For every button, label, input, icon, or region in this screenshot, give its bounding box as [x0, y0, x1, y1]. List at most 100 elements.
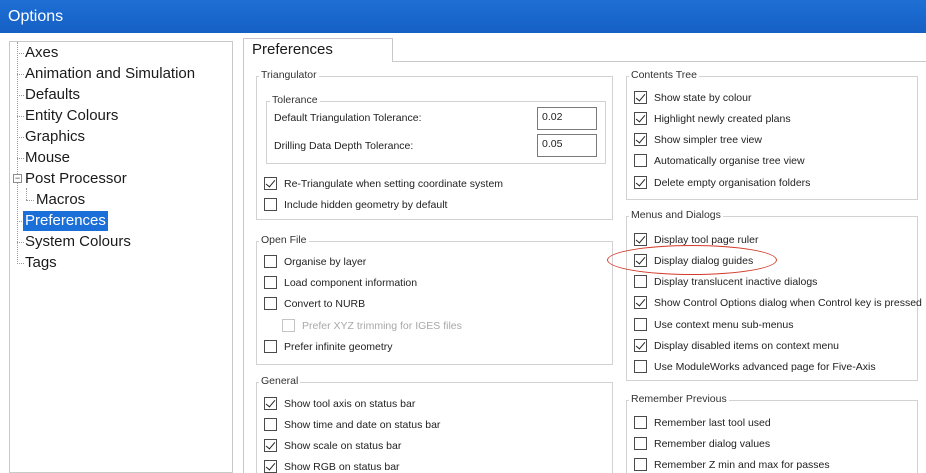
triangulator-group-title: Triangulator	[259, 69, 319, 81]
prefer-infinite-geometry-checkbox[interactable]: Prefer infinite geometry	[264, 339, 393, 355]
tree-guide-line	[26, 200, 34, 201]
annotation-ellipse	[607, 245, 777, 275]
checkbox-label: Highlight newly created plans	[654, 113, 791, 125]
open-file-group-title: Open File	[259, 234, 309, 246]
checkbox-label: Organise by layer	[284, 256, 367, 268]
tree-item-post-processor[interactable]: Post Processor	[23, 169, 129, 189]
tree-guide-line	[17, 42, 18, 264]
checkbox-box	[634, 296, 647, 309]
checkbox-label: Delete empty organisation folders	[654, 177, 811, 189]
checkbox-box	[634, 275, 647, 288]
remember-dialog-values-checkbox[interactable]: Remember dialog values	[634, 436, 770, 452]
checkbox-box	[634, 91, 647, 104]
drilling-data-depth-tolerance-label: Drilling Data Depth Tolerance:	[274, 140, 414, 152]
checkbox-box	[634, 176, 647, 189]
display-disabled-items-checkbox[interactable]: Display disabled items on context menu	[634, 338, 839, 354]
show-rgb-checkbox[interactable]: Show RGB on status bar	[264, 459, 400, 473]
show-scale-checkbox[interactable]: Show scale on status bar	[264, 438, 401, 454]
checkbox-box	[264, 418, 277, 431]
checkbox-box	[634, 339, 647, 352]
tree-item-tags[interactable]: Tags	[23, 253, 59, 273]
highlight-new-plans-checkbox[interactable]: Highlight newly created plans	[634, 111, 791, 127]
checkbox-label: Show time and date on status bar	[284, 419, 441, 431]
contents-tree-group-title: Contents Tree	[629, 69, 699, 81]
checkbox-box	[634, 458, 647, 471]
tree-item-entity-colours[interactable]: Entity Colours	[23, 106, 120, 126]
default-triangulation-tolerance-input[interactable]: 0.02	[537, 107, 597, 130]
tree-item-system-colours[interactable]: System Colours	[23, 232, 133, 252]
tree-item-axes[interactable]: Axes	[23, 43, 60, 63]
tree-item-mouse[interactable]: Mouse	[23, 148, 72, 168]
menus-and-dialogs-group-title: Menus and Dialogs	[629, 209, 723, 221]
checkbox-label: Prefer XYZ trimming for IGES files	[302, 320, 462, 332]
auto-organise-tree-view-checkbox[interactable]: Automatically organise tree view	[634, 153, 805, 169]
checkbox-box	[634, 112, 647, 125]
check-mark-icon	[265, 177, 276, 188]
checkbox-label: Display disabled items on context menu	[654, 340, 840, 352]
check-mark-icon	[635, 339, 646, 350]
check-mark-icon	[635, 233, 646, 244]
organise-by-layer-checkbox[interactable]: Organise by layer	[264, 254, 366, 270]
tolerance-group-title: Tolerance	[270, 94, 320, 106]
check-mark-icon	[265, 397, 276, 408]
tree-item-defaults[interactable]: Defaults	[23, 85, 82, 105]
delete-empty-folders-checkbox[interactable]: Delete empty organisation folders	[634, 175, 810, 191]
drilling-data-depth-tolerance-input[interactable]: 0.05	[537, 134, 597, 157]
checkbox-label: Remember dialog values	[654, 438, 771, 450]
options-tree[interactable]: Axes Animation and Simulation Defaults E…	[9, 41, 233, 473]
checkbox-box	[264, 177, 277, 190]
checkbox-label: Prefer infinite geometry	[284, 341, 393, 353]
checkbox-box	[264, 460, 277, 473]
use-context-sub-menus-checkbox[interactable]: Use context menu sub-menus	[634, 317, 793, 333]
check-mark-icon	[635, 176, 646, 187]
checkbox-box	[264, 297, 277, 310]
remember-previous-group-title: Remember Previous	[629, 393, 729, 405]
show-state-by-colour-checkbox[interactable]: Show state by colour	[634, 90, 751, 106]
show-simpler-tree-view-checkbox[interactable]: Show simpler tree view	[634, 132, 762, 148]
checkbox-box	[282, 319, 295, 332]
checkbox-label: Automatically organise tree view	[654, 155, 805, 167]
use-moduleworks-checkbox[interactable]: Use ModuleWorks advanced page for Five-A…	[634, 359, 876, 375]
remember-z-min-max-checkbox[interactable]: Remember Z min and max for passes	[634, 457, 830, 473]
check-mark-icon	[635, 112, 646, 123]
checkbox-label: Show tool axis on status bar	[284, 398, 416, 410]
check-mark-icon	[265, 460, 276, 471]
include-hidden-geometry-checkbox[interactable]: Include hidden geometry by default	[264, 197, 447, 213]
prefer-xyz-trimming-checkbox: Prefer XYZ trimming for IGES files	[282, 318, 462, 334]
convert-to-nurb-checkbox[interactable]: Convert to NURB	[264, 296, 365, 312]
tree-item-preferences[interactable]: Preferences	[23, 211, 108, 231]
load-component-information-checkbox[interactable]: Load component information	[264, 275, 417, 291]
checkbox-label: Show state by colour	[654, 92, 752, 104]
checkbox-box	[264, 276, 277, 289]
checkbox-box	[634, 360, 647, 373]
check-mark-icon	[635, 91, 646, 102]
remember-last-tool-checkbox[interactable]: Remember last tool used	[634, 415, 771, 431]
checkbox-box	[264, 255, 277, 268]
check-mark-icon	[635, 133, 646, 144]
display-translucent-dialogs-checkbox[interactable]: Display translucent inactive dialogs	[634, 274, 817, 290]
checkbox-label: Remember last tool used	[654, 417, 771, 429]
checkbox-box	[264, 340, 277, 353]
tree-item-graphics[interactable]: Graphics	[23, 127, 87, 147]
show-tool-axis-checkbox[interactable]: Show tool axis on status bar	[264, 396, 415, 412]
checkbox-label: Remember Z min and max for passes	[654, 459, 830, 471]
tab-preferences[interactable]: Preferences	[243, 38, 393, 62]
checkbox-label: Include hidden geometry by default	[284, 199, 448, 211]
checkbox-label: Show Control Options dialog when Control…	[654, 297, 922, 309]
tree-item-macros[interactable]: Macros	[34, 190, 87, 210]
default-triangulation-tolerance-label: Default Triangulation Tolerance:	[274, 112, 422, 124]
general-group-title: General	[259, 375, 301, 387]
checkbox-label: Show simpler tree view	[654, 134, 762, 146]
checkbox-box	[634, 154, 647, 167]
checkbox-box	[634, 437, 647, 450]
checkbox-label: Use context menu sub-menus	[654, 319, 794, 331]
window-title: Options	[8, 8, 64, 25]
tree-item-animation-and-simulation[interactable]: Animation and Simulation	[23, 64, 197, 84]
checkbox-box	[634, 233, 647, 246]
checkbox-label: Display tool page ruler	[654, 234, 759, 246]
show-control-options-checkbox[interactable]: Show Control Options dialog when Control…	[634, 295, 922, 311]
retriangulate-checkbox[interactable]: Re-Triangulate when setting coordinate s…	[264, 176, 503, 192]
checkbox-label: Re-Triangulate when setting coordinate s…	[284, 178, 504, 190]
tree-collapse-icon[interactable]: −	[13, 174, 22, 183]
show-time-and-date-checkbox[interactable]: Show time and date on status bar	[264, 417, 440, 433]
